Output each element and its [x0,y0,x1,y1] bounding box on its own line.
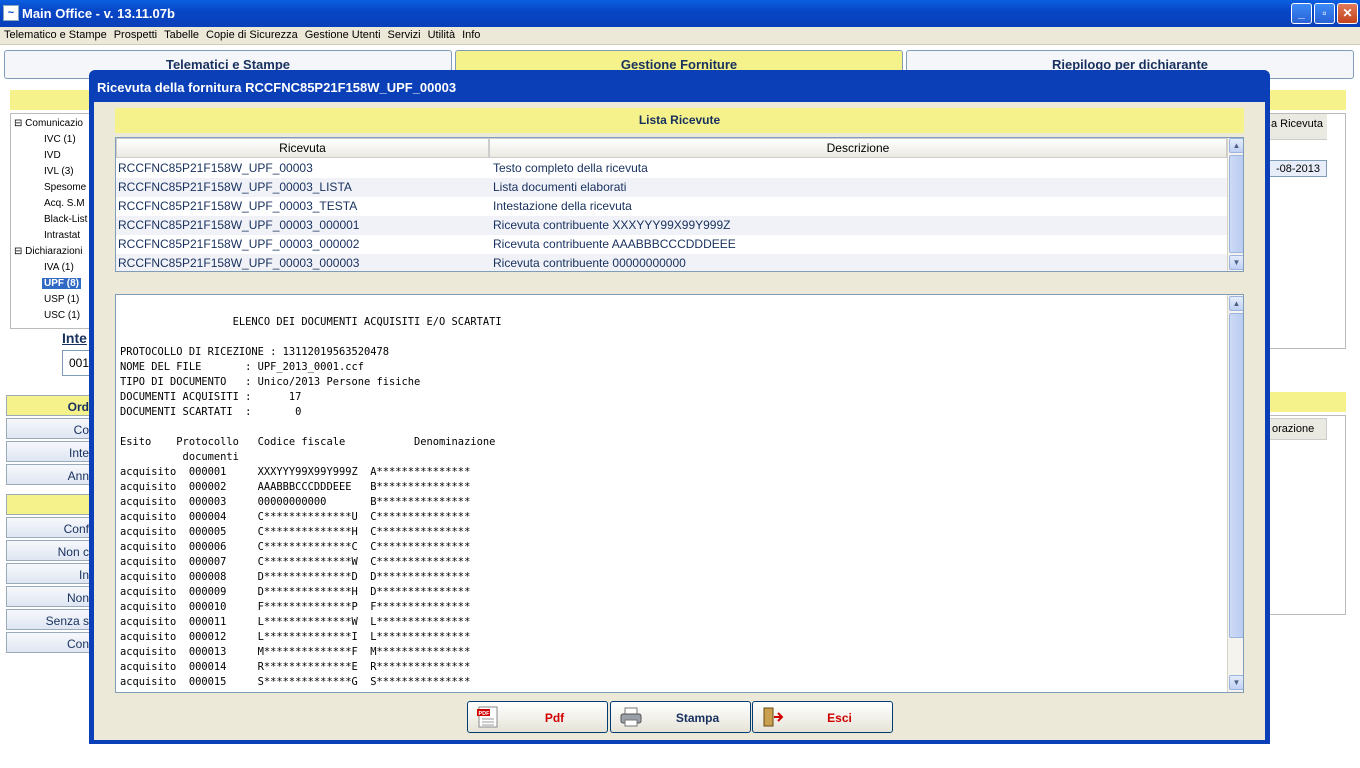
ricevuta-dialog: Ricevuta della fornitura RCCFNC85P21F158… [89,70,1270,744]
stampa-button[interactable]: Stampa [610,701,751,733]
menu-prospetti[interactable]: Prospetti [110,27,160,41]
window-title: Main Office - v. 13.11.07b [22,6,175,21]
maximize-button[interactable]: ▫ [1314,3,1335,24]
left-button[interactable]: In [6,563,92,584]
menu-bar: Telematico e Stampe Prospetti Tabelle Copie… [0,27,1360,45]
left-button[interactable]: Senza s [6,609,92,630]
tree-item[interactable]: IVA (1) [44,262,74,273]
tree-item[interactable]: IVL (3) [44,166,74,177]
tree-item[interactable]: USP (1) [44,294,79,305]
left-button[interactable]: Non [6,586,92,607]
right-grid-header: a Ricevuta [1269,114,1327,140]
tree-item[interactable]: IVD [44,150,61,161]
table-row[interactable]: RCCFNC85P21F158W_UPF_00003_000002 Ricevut… [116,235,1227,254]
window-titlebar: ~ Main Office - v. 13.11.07b _ ▫ ✕ [0,0,1360,27]
menu-gestione-utenti[interactable]: Gestione Utenti [301,27,384,41]
col-header-descrizione[interactable]: Descrizione [489,138,1227,158]
tree-node-comunicazioni[interactable]: ⊟ Comunicazio [14,118,83,129]
menu-utilita[interactable]: Utilità [424,27,459,41]
scroll-up-arrow-icon[interactable]: ▲ [1229,296,1243,311]
left-button[interactable]: Co [6,418,92,439]
left-button[interactable]: Conf [6,517,92,538]
left-button[interactable]: Inte [6,441,92,462]
right-grid-2: orazione [1268,415,1346,615]
tree-item[interactable]: Intrastat [44,230,80,241]
menu-copie[interactable]: Copie di Sicurezza [202,27,301,41]
table-row[interactable]: RCCFNC85P21F158W_UPF_00003 Testo completo… [116,159,1227,178]
ricevuta-text-area[interactable]: ELENCO DEI DOCUMENTI ACQUISITI E/O SCART… [115,294,1244,693]
right-grid2-header: orazione [1269,418,1327,440]
table-row[interactable]: RCCFNC85P21F158W_UPF_00003_TESTA Intestaz… [116,197,1227,216]
right-grid-date[interactable]: -08-2013 [1269,160,1327,177]
scroll-thumb[interactable] [1229,313,1243,638]
dialog-title: Ricevuta della fornitura RCCFNC85P21F158… [97,80,457,95]
menu-info[interactable]: Info [458,27,483,41]
tree-node-dichiarazioni[interactable]: ⊟ Dichiarazioni [14,246,82,257]
esci-button[interactable]: Esci [752,701,893,733]
scroll-thumb[interactable] [1229,155,1243,253]
table-row[interactable]: RCCFNC85P21F158W_UPF_00003_LISTA Lista do… [116,178,1227,197]
table-row[interactable]: RCCFNC85P21F158W_UPF_00003_000001 Ricevut… [116,216,1227,235]
lista-ricevute-header: Lista Ricevute [115,108,1244,133]
menu-tabelle[interactable]: Tabelle [160,27,202,41]
menu-telematico[interactable]: Telematico e Stampe [0,27,110,41]
left-section-header [6,494,92,515]
pdf-button[interactable]: PDF Pdf [467,701,608,733]
tree-item[interactable]: USC (1) [44,310,80,321]
ricevute-list[interactable]: Ricevuta Descrizione RCCFNC85P21F158W_UP… [115,137,1244,272]
left-button-ord[interactable]: Ord [6,395,92,416]
right-band [1268,392,1346,412]
list-scrollbar[interactable]: ▲ ▼ [1227,138,1243,271]
menu-servizi[interactable]: Servizi [384,27,424,41]
tree-item[interactable]: Black-List [44,214,87,225]
intermediario-label: Inte [62,330,87,346]
right-grid: a Ricevuta -08-2013 [1268,113,1346,349]
minimize-button[interactable]: _ [1291,3,1312,24]
table-row[interactable]: RCCFNC85P21F158W_UPF_00003_000003 Ricevut… [116,254,1227,271]
left-button[interactable]: Con [6,632,92,653]
app-icon: ~ [3,5,19,21]
scroll-down-arrow-icon[interactable]: ▼ [1229,255,1243,270]
tree-item[interactable]: Acq. S.M [44,198,85,209]
scroll-up-arrow-icon[interactable]: ▲ [1229,138,1243,153]
ricevuta-text: ELENCO DEI DOCUMENTI ACQUISITI E/O SCART… [120,316,502,688]
close-button[interactable]: ✕ [1337,3,1358,24]
intermediario-field[interactable]: 001 [62,350,92,376]
tree-item[interactable]: Spesome [44,182,86,193]
forniture-tree[interactable]: ⊟ Comunicazio IVC (1) IVD IVL (3) Spesom… [10,113,92,329]
left-button[interactable]: Ann [6,464,92,485]
scroll-down-arrow-icon[interactable]: ▼ [1229,675,1243,690]
dialog-body: Lista Ricevute Ricevuta Descrizione RCCF… [94,102,1265,740]
col-header-ricevuta[interactable]: Ricevuta [116,138,489,158]
tree-item-selected[interactable]: UPF (8) [42,278,81,289]
tree-item[interactable]: IVC (1) [44,134,76,145]
report-scrollbar[interactable]: ▲ ▼ [1227,295,1243,692]
left-button[interactable]: Non c [6,540,92,561]
